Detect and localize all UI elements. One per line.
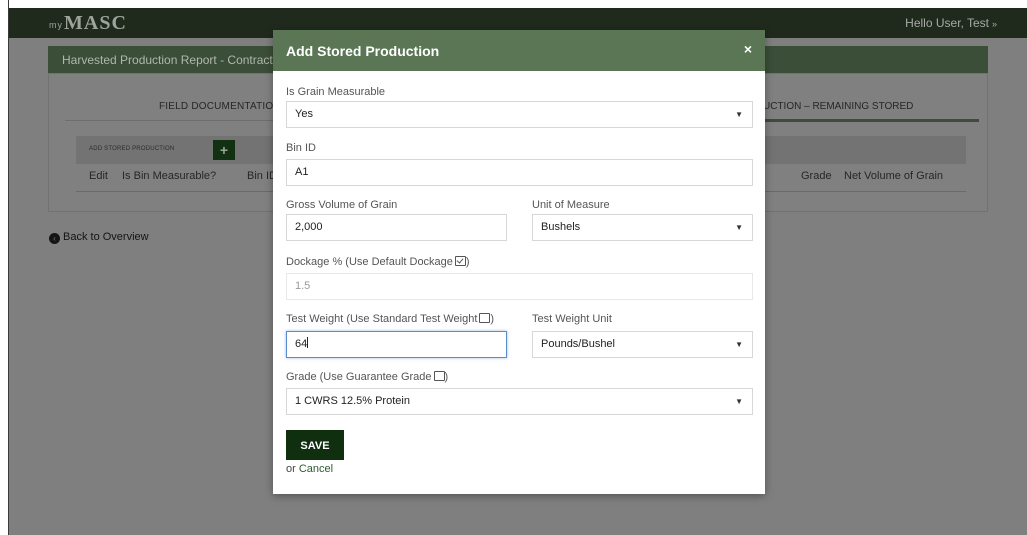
user-menu-caret-icon: » bbox=[991, 19, 997, 29]
test-weight-unit-label: Test Weight Unit bbox=[532, 313, 612, 325]
user-menu[interactable]: Hello User, Test» bbox=[905, 16, 997, 30]
gross-volume-input[interactable]: 2,000 bbox=[286, 214, 507, 241]
is-grain-measurable-select[interactable]: Yes ▼ bbox=[286, 101, 753, 128]
modal-header: Add Stored Production × bbox=[273, 30, 765, 71]
test-weight-unit-select[interactable]: Pounds/Bushel ▼ bbox=[532, 331, 753, 358]
window-frame-left bbox=[0, 0, 9, 535]
test-weight-input[interactable]: 64 bbox=[286, 331, 507, 358]
logo-prefix: my bbox=[49, 20, 63, 30]
gross-volume-value: 2,000 bbox=[295, 221, 323, 233]
grade-select[interactable]: 1 CWRS 12.5% Protein ▼ bbox=[286, 388, 753, 415]
is-grain-measurable-value: Yes bbox=[295, 108, 313, 120]
add-stored-production-modal: Add Stored Production × Is Grain Measura… bbox=[273, 30, 765, 494]
chevron-down-icon: ▼ bbox=[735, 397, 743, 406]
back-to-overview-label: Back to Overview bbox=[63, 231, 149, 243]
text-cursor bbox=[307, 337, 309, 348]
bin-id-input[interactable]: A1 bbox=[286, 159, 753, 186]
save-button[interactable]: SAVE bbox=[286, 430, 344, 460]
close-icon[interactable]: × bbox=[744, 41, 752, 57]
test-weight-label-text: Test Weight (Use Standard Test Weight bbox=[286, 313, 478, 325]
column-is-bin-measurable: Is Bin Measurable? bbox=[122, 170, 217, 182]
window-frame-top bbox=[8, 0, 1027, 8]
add-stored-production-button[interactable]: + bbox=[213, 140, 235, 160]
is-grain-measurable-label: Is Grain Measurable bbox=[286, 86, 386, 98]
tab-remaining-stored[interactable]: UCTION – REMAINING STORED bbox=[763, 101, 913, 112]
tab-field-documentation[interactable]: FIELD DOCUMENTATION bbox=[159, 101, 281, 112]
back-to-overview-link[interactable]: ‹ Back to Overview bbox=[49, 231, 149, 244]
default-dockage-checkbox[interactable] bbox=[454, 256, 466, 266]
bin-id-label: Bin ID bbox=[286, 142, 316, 154]
guarantee-grade-checkbox[interactable] bbox=[433, 371, 445, 381]
cancel-link[interactable]: Cancel bbox=[299, 463, 333, 475]
dockage-value: 1.5 bbox=[295, 280, 311, 292]
logo-text: MASC bbox=[64, 12, 127, 34]
unit-of-measure-value: Bushels bbox=[541, 221, 581, 233]
gross-volume-label: Gross Volume of Grain bbox=[286, 199, 398, 211]
chevron-down-icon: ▼ bbox=[735, 223, 743, 232]
test-weight-label: Test Weight (Use Standard Test Weight) bbox=[286, 313, 494, 325]
column-grade: Grade bbox=[801, 170, 832, 182]
grade-label-end: ) bbox=[444, 371, 449, 383]
bin-id-value: A1 bbox=[295, 166, 309, 178]
unit-of-measure-select[interactable]: Bushels ▼ bbox=[532, 214, 753, 241]
column-edit: Edit bbox=[89, 170, 108, 182]
dockage-label: Dockage % (Use Default Dockage) bbox=[286, 256, 470, 268]
chevron-down-icon: ▼ bbox=[735, 340, 743, 349]
mymasc-logo[interactable]: myMASC bbox=[49, 12, 127, 35]
report-title: Harvested Production Report - Contract F bbox=[62, 53, 284, 67]
test-weight-unit-value: Pounds/Bushel bbox=[541, 338, 615, 350]
user-greeting: Hello User, Test bbox=[905, 16, 989, 30]
dockage-label-text: Dockage % (Use Default Dockage bbox=[286, 256, 453, 268]
or-text: or bbox=[286, 463, 299, 475]
add-stored-production-label: ADD STORED PRODUCTION bbox=[89, 146, 175, 152]
dockage-input: 1.5 bbox=[286, 273, 753, 300]
test-weight-label-end: ) bbox=[490, 313, 495, 325]
modal-title: Add Stored Production bbox=[286, 43, 440, 59]
or-cancel-text: or Cancel bbox=[286, 463, 333, 475]
column-net-volume: Net Volume of Grain bbox=[844, 170, 944, 182]
standard-test-weight-checkbox[interactable] bbox=[479, 313, 491, 323]
back-arrow-icon: ‹ bbox=[49, 233, 60, 244]
unit-of-measure-label: Unit of Measure bbox=[532, 199, 610, 211]
chevron-down-icon: ▼ bbox=[735, 110, 743, 119]
dockage-label-end: ) bbox=[465, 256, 470, 268]
active-tab-indicator bbox=[749, 119, 979, 122]
grade-value: 1 CWRS 12.5% Protein bbox=[295, 395, 410, 407]
grade-label-text: Grade (Use Guarantee Grade bbox=[286, 371, 432, 383]
grade-label: Grade (Use Guarantee Grade) bbox=[286, 371, 448, 383]
test-weight-value: 64 bbox=[295, 338, 308, 350]
